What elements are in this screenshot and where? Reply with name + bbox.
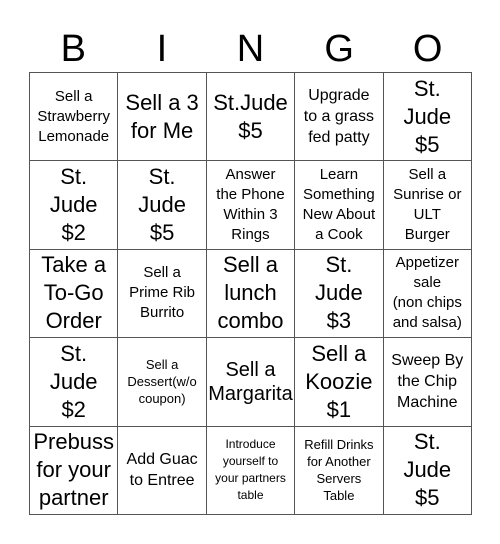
bingo-cell[interactable]: St.Jude $5: [206, 73, 296, 162]
bingo-card-grid: Sell a Strawberry Lemonade Sell a 3 for M…: [29, 72, 472, 515]
bingo-cell[interactable]: Sell a Strawberry Lemonade: [30, 73, 119, 162]
bingo-cell-text: Sell a Strawberry Lemonade: [37, 87, 110, 145]
bingo-cell-text: St.Jude $5: [213, 89, 288, 143]
bingo-cell[interactable]: St. Jude $2: [30, 338, 119, 427]
header-letter-i: I: [156, 28, 168, 70]
bingo-cell[interactable]: Sell a Sunrise or ULT Burger: [383, 161, 472, 250]
bingo-cell-text: Appetizer sale (non chips and salsa): [392, 254, 462, 332]
bingo-cell-text: Prebuss for your partner: [33, 429, 115, 511]
bingo-cell-text: Sell a 3 for Me: [125, 89, 199, 143]
bingo-cell-text: St. Jude $5: [403, 429, 452, 511]
bingo-cell[interactable]: Prebuss for your partner: [30, 426, 119, 515]
header-letter-g: G: [324, 28, 354, 70]
bingo-cell-text: Answer the Phone Within 3 Rings: [216, 166, 285, 244]
bingo-cell-text: Sell a Dessert(w/o coupon): [127, 357, 197, 407]
header-letter-n: N: [236, 28, 265, 70]
bingo-cell-text: Learn Something New About a Cook: [302, 166, 376, 244]
bingo-cell[interactable]: Add Guac to Entree: [118, 426, 207, 515]
bingo-cell-text: Upgrade to a grass fed patty: [303, 87, 375, 147]
bingo-cell[interactable]: Sweep By the Chip Machine: [383, 338, 472, 427]
bingo-cell[interactable]: Sell a Prime Rib Burrito: [118, 249, 207, 339]
bingo-cell[interactable]: Introduce yourself to your partners tabl…: [206, 426, 296, 515]
bingo-cell-text: St. Jude $5: [138, 164, 186, 246]
header-letter-b: B: [60, 28, 86, 70]
bingo-cell-text: St. Jude $3: [315, 252, 363, 334]
bingo-cell[interactable]: Appetizer sale (non chips and salsa): [383, 249, 472, 339]
bingo-cell[interactable]: Refill Drinks for Another Servers Table: [295, 426, 384, 515]
bingo-cell-text: Sell a lunch combo: [217, 252, 284, 334]
bingo-cell[interactable]: St. Jude $5: [383, 73, 472, 162]
bingo-cell[interactable]: Take a To-Go Order: [30, 249, 119, 339]
bingo-cell[interactable]: St. Jude $5: [383, 426, 472, 515]
bingo-cell[interactable]: Sell a Koozie $1: [295, 338, 384, 427]
bingo-header: B I N G O: [29, 26, 472, 72]
bingo-cell[interactable]: Sell a Dessert(w/o coupon): [118, 338, 207, 427]
bingo-cell-text: St. Jude $2: [49, 164, 98, 246]
bingo-cell-text: Refill Drinks for Another Servers Table: [304, 437, 374, 504]
bingo-cell-text: Sweep By the Chip Machine: [391, 352, 464, 412]
bingo-cell-text: Sell a Prime Rib Burrito: [129, 264, 196, 322]
bingo-cell-text: Add Guac to Entree: [126, 451, 198, 490]
bingo-cell[interactable]: St. Jude $2: [30, 161, 119, 250]
bingo-cell-text: Introduce yourself to your partners tabl…: [215, 437, 286, 503]
bingo-cell-text: St. Jude $2: [49, 340, 98, 422]
bingo-cell[interactable]: Answer the Phone Within 3 Rings: [206, 161, 296, 250]
bingo-cell[interactable]: Sell a lunch combo: [206, 249, 296, 339]
bingo-cell[interactable]: St. Jude $5: [118, 161, 207, 250]
bingo-cell-text: Sell a Margarita: [208, 358, 293, 405]
bingo-cell-text: St. Jude $5: [403, 75, 452, 157]
bingo-cell-text: Take a To-Go Order: [41, 252, 107, 334]
bingo-cell-text: Sell a Koozie $1: [305, 340, 373, 422]
bingo-cell[interactable]: Learn Something New About a Cook: [295, 161, 384, 250]
bingo-cell[interactable]: St. Jude $3: [295, 249, 384, 339]
bingo-cell-text: Sell a Sunrise or ULT Burger: [393, 166, 462, 244]
header-letter-o: O: [412, 28, 443, 70]
bingo-cell[interactable]: Upgrade to a grass fed patty: [295, 73, 384, 162]
bingo-cell[interactable]: Sell a 3 for Me: [118, 73, 207, 162]
bingo-cell[interactable]: Sell a Margarita: [206, 338, 296, 427]
